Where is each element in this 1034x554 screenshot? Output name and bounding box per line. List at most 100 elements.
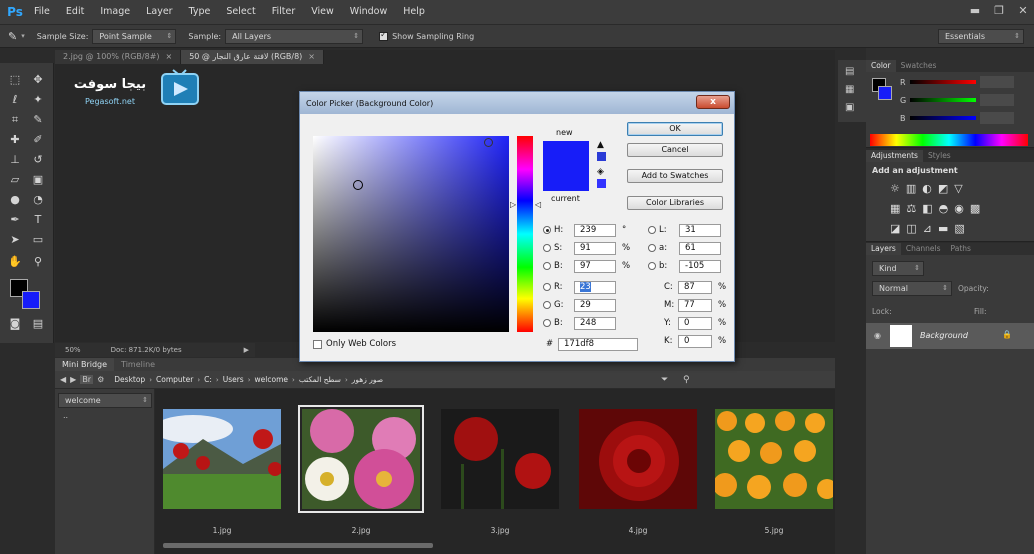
blur-tool-icon[interactable]: ● (5, 191, 25, 209)
lasso-tool-icon[interactable]: ℓ (5, 91, 25, 109)
dialog-close-button[interactable]: x (696, 95, 730, 109)
r-radio[interactable] (543, 283, 551, 291)
search-icon[interactable]: ⚲ (683, 375, 690, 385)
s-radio[interactable] (543, 244, 551, 252)
color-cursor[interactable] (353, 180, 363, 190)
crumb-users[interactable]: Users (223, 375, 244, 384)
workspace-select[interactable]: Essentials (938, 29, 1024, 44)
tab-paths[interactable]: Paths (946, 243, 976, 255)
b-slider[interactable] (910, 116, 976, 120)
r-slider[interactable] (910, 80, 976, 84)
blue-radio[interactable] (543, 319, 551, 327)
menu-file[interactable]: File (26, 0, 58, 24)
a-radio[interactable] (648, 244, 656, 252)
layer-kind-filter[interactable]: Kind (872, 261, 924, 276)
stamp-tool-icon[interactable]: ⊥ (5, 151, 25, 169)
hand-tool-icon[interactable]: ✋ (5, 253, 25, 271)
m-input[interactable]: 77 (678, 298, 712, 312)
tab-banner[interactable]: 50 @ لافتة عارق النجار (RGB/8) × (181, 50, 324, 64)
b-value-field[interactable] (980, 112, 1014, 124)
crop-tool-icon[interactable]: ⌗ (5, 111, 25, 129)
g-radio[interactable] (543, 301, 551, 309)
l-radio[interactable] (648, 226, 656, 234)
path-select-icon[interactable]: ➤ (5, 231, 25, 249)
b-input[interactable]: 97 (574, 259, 616, 273)
parent-folder-item[interactable]: .. (63, 411, 68, 420)
web-safe-swatch[interactable] (597, 179, 606, 188)
r-value-field[interactable] (980, 76, 1014, 88)
healing-tool-icon[interactable]: ✚ (5, 131, 25, 149)
filter-icon[interactable]: ⏷ (661, 375, 668, 385)
crumb-computer[interactable]: Computer (156, 375, 193, 384)
a-input[interactable]: 61 (679, 241, 721, 255)
crumb-desktop[interactable]: Desktop (114, 375, 145, 384)
marquee-tool-icon[interactable]: ⬚ (5, 71, 25, 89)
thumbnail-3[interactable] (441, 409, 559, 509)
tab-2jpg[interactable]: 2.jpg @ 100% (RGB/8#) × (55, 50, 182, 64)
forward-icon[interactable]: ▶ (70, 375, 76, 384)
background-color-swatch[interactable] (22, 291, 40, 309)
menu-window[interactable]: Window (342, 0, 395, 24)
lab-b-input[interactable]: -105 (679, 259, 721, 273)
dialog-title-bar[interactable]: Color Picker (Background Color) x (300, 92, 734, 114)
h-radio[interactable] (543, 226, 551, 234)
crumb-flowers[interactable]: صور زهور (352, 375, 383, 384)
adjustment-icons-row-1[interactable]: ☼▥◐◩▽ (890, 182, 969, 195)
r-input[interactable]: 23 (574, 280, 616, 294)
current-color-swatch[interactable] (543, 165, 589, 191)
cancel-button[interactable]: Cancel (627, 143, 723, 157)
crumb-welcome[interactable]: welcome (255, 375, 288, 384)
thumbnail-1[interactable] (163, 409, 281, 509)
add-to-swatches-button[interactable]: Add to Swatches (627, 169, 723, 183)
quick-select-icon[interactable]: ✦ (28, 91, 48, 109)
info-icon[interactable]: ▣ (845, 102, 854, 113)
saturation-brightness-field[interactable] (313, 136, 509, 332)
thumbnail-4[interactable] (579, 409, 697, 509)
thumbnail-scrollbar[interactable] (163, 543, 433, 548)
back-icon[interactable]: ◀ (60, 375, 66, 384)
crumb-c[interactable]: C: (204, 375, 212, 384)
web-safe-warning-icon[interactable]: ◈ (597, 167, 604, 177)
hue-slider[interactable] (517, 136, 533, 332)
brush-tool-icon[interactable]: ✐ (28, 131, 48, 149)
thumbnail-2[interactable] (298, 405, 424, 513)
bridge-icon[interactable]: Br (80, 375, 94, 384)
zoom-level[interactable]: 50% (65, 346, 81, 354)
layer-name[interactable]: Background (920, 331, 968, 340)
minimize-icon[interactable]: ▬ (968, 4, 982, 17)
adjustment-icons-row-3[interactable]: ◪◫⊿▬▧ (890, 222, 971, 235)
g-input[interactable]: 29 (574, 298, 616, 312)
menu-help[interactable]: Help (395, 0, 433, 24)
status-arrow-icon[interactable]: ▶ (244, 346, 249, 354)
eyedropper-icon[interactable]: ✎ (8, 30, 17, 43)
tab-channels[interactable]: Channels (901, 243, 946, 255)
tab-styles[interactable]: Styles (923, 150, 956, 162)
only-web-colors-checkbox[interactable] (313, 339, 322, 349)
blend-mode-select[interactable]: Normal (872, 281, 952, 296)
show-ring-checkbox[interactable] (379, 30, 389, 41)
close-tab-icon[interactable]: × (308, 52, 315, 61)
close-tab-icon[interactable]: × (166, 52, 173, 61)
chevron-down-icon[interactable]: ▾ (21, 32, 25, 40)
thumbnail-5[interactable] (715, 409, 833, 509)
l-input[interactable]: 31 (679, 223, 721, 237)
properties-icon[interactable]: ▦ (845, 84, 854, 95)
h-input[interactable]: 239 (574, 223, 616, 237)
quick-mask-icon[interactable]: ◙ (5, 315, 25, 333)
sample-size-select[interactable]: Point Sample (92, 28, 177, 44)
hue-slider-right-arrow[interactable]: ◁ (535, 200, 541, 209)
tab-color[interactable]: Color (866, 60, 896, 72)
g-value-field[interactable] (980, 94, 1014, 106)
shape-tool-icon[interactable]: ▭ (28, 231, 48, 249)
sample-select[interactable]: All Layers (225, 28, 364, 44)
history-brush-icon[interactable]: ↺ (28, 151, 48, 169)
hue-slider-left-arrow[interactable]: ▷ (510, 200, 516, 209)
dodge-tool-icon[interactable]: ◔ (28, 191, 48, 209)
restore-icon[interactable]: ❐ (992, 4, 1006, 17)
y-input[interactable]: 0 (678, 316, 712, 330)
menu-type[interactable]: Type (181, 0, 219, 24)
eyedropper-tool-icon[interactable]: ✎ (28, 111, 48, 129)
gradient-tool-icon[interactable]: ▣ (28, 171, 48, 189)
lab-b-radio[interactable] (648, 262, 656, 270)
history-icon[interactable]: ▤ (845, 66, 854, 77)
